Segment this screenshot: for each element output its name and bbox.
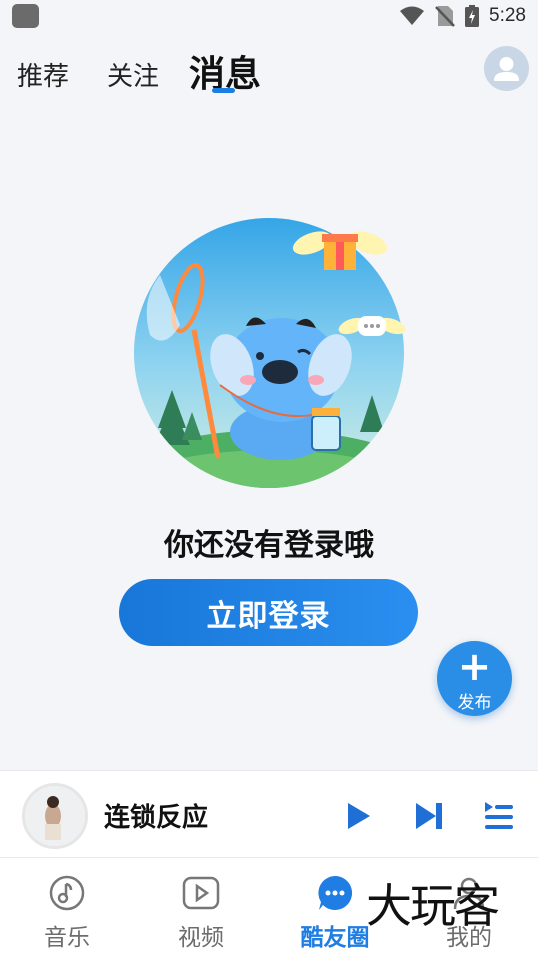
nav-item-video[interactable]: 视频 — [134, 858, 268, 957]
mini-player[interactable]: 连锁反应 — [0, 770, 538, 858]
nav-label-video: 视频 — [178, 925, 224, 951]
next-button[interactable] — [412, 799, 446, 833]
top-tabs: 推荐 关注 消息 — [0, 40, 538, 100]
watermark-logo: 大玩客 — [366, 879, 500, 933]
publish-label: 发布 — [457, 693, 492, 713]
active-tab-indicator — [212, 88, 235, 93]
chat-bubble-icon — [318, 875, 353, 910]
publish-button[interactable]: + 发布 — [437, 641, 512, 716]
song-title: 连锁反应 — [104, 803, 209, 833]
plus-icon: + — [457, 644, 492, 690]
login-button[interactable]: 立即登录 — [119, 579, 418, 646]
user-avatar-icon — [494, 57, 519, 81]
tab-follow[interactable]: 关注 — [107, 56, 159, 93]
avatar[interactable] — [484, 46, 529, 91]
nav-item-music[interactable]: 音乐 — [0, 858, 134, 957]
skip-next-icon — [416, 803, 442, 829]
nav-label-music: 音乐 — [44, 925, 90, 951]
video-play-icon — [182, 876, 220, 910]
play-button[interactable] — [341, 799, 375, 833]
playlist-button[interactable] — [482, 799, 516, 833]
no-sim-icon — [435, 6, 455, 27]
empty-state-illustration — [120, 200, 420, 500]
play-icon — [348, 803, 370, 829]
status-bar: 5:28 — [0, 0, 538, 32]
battery-charging-icon — [465, 5, 480, 27]
status-time: 5:28 — [489, 5, 526, 26]
tab-recommend[interactable]: 推荐 — [17, 56, 69, 93]
album-art[interactable] — [22, 783, 88, 849]
playlist-icon — [485, 802, 513, 829]
music-note-icon — [49, 875, 85, 911]
wifi-icon — [400, 6, 425, 25]
login-prompt: 你还没有登录哦 — [164, 528, 374, 563]
app-notification-icon — [12, 4, 39, 28]
